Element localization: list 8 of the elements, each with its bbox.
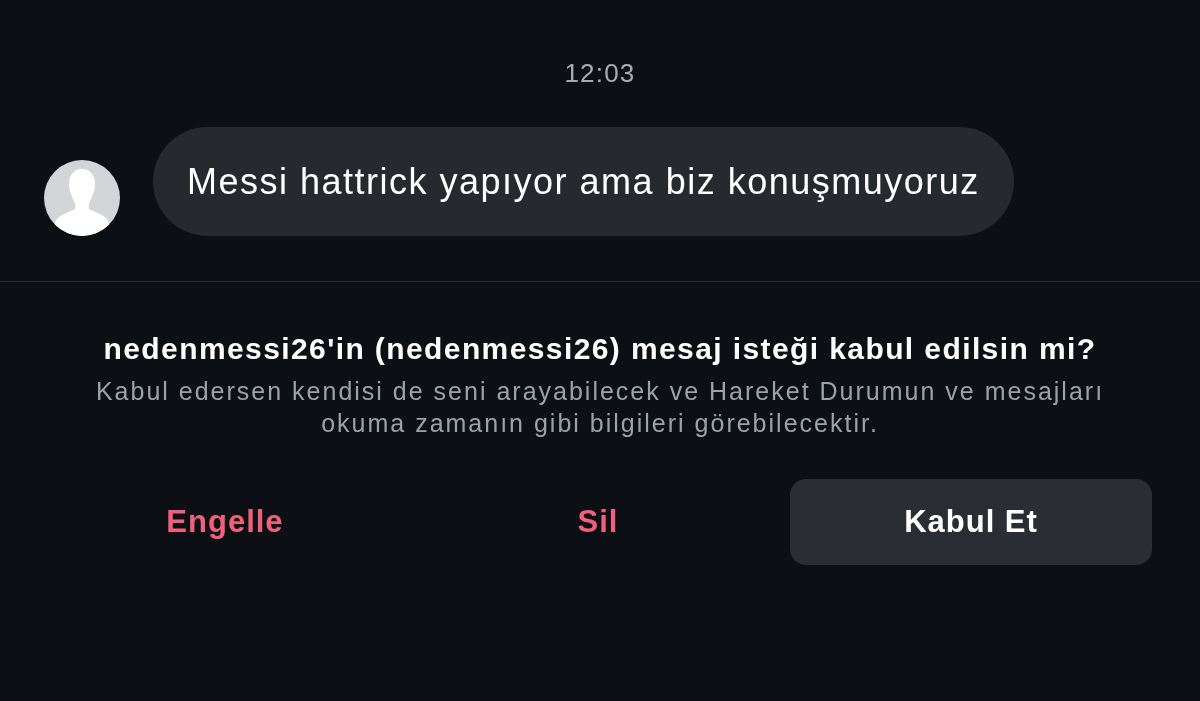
- message-bubble: Messi hattrick yapıyor ama biz konuşmuyoruz: [153, 127, 1014, 236]
- request-title: nedenmessi26'in (nedenmessi26) mesaj isteği kabul edilsin mi?: [103, 331, 1097, 367]
- action-button[interactable]: Sil: [417, 479, 779, 565]
- avatar-icon[interactable]: [44, 160, 120, 236]
- action-button[interactable]: Engelle: [44, 479, 406, 565]
- request-description: Kabul edersen kendisi de seni arayabilecek ve Hareket Durumun ve mesajları okuma zamanın gibi bilgileri görebilecektir.: [94, 376, 1106, 439]
- accept-button[interactable]: Kabul Et: [790, 479, 1152, 565]
- message-timestamp: 12:03: [564, 58, 636, 88]
